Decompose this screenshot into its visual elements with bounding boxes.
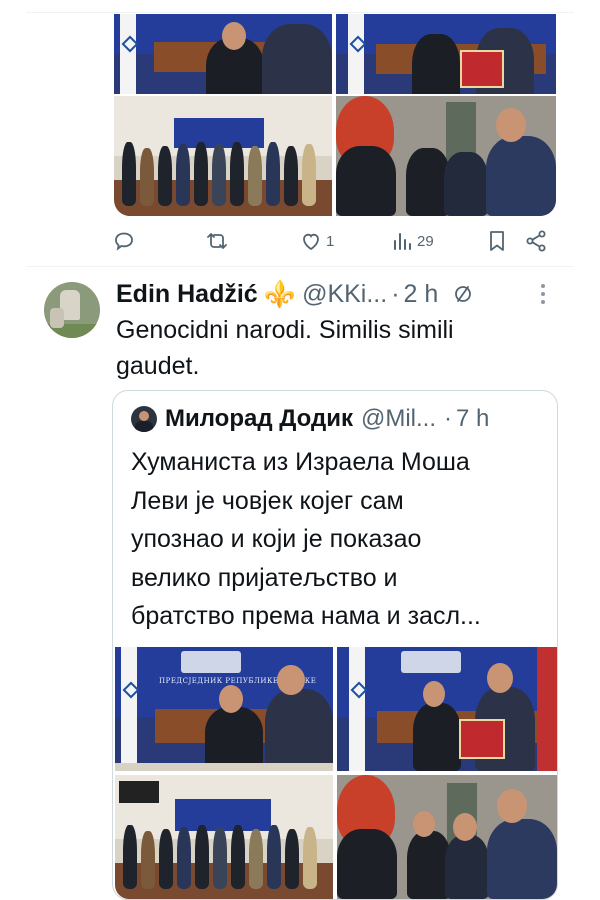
fleur-de-lis-emoji: ⚜️ — [263, 278, 297, 309]
views-count: 29 — [417, 232, 434, 250]
like-count: 1 — [326, 232, 335, 250]
quoted-text-line: упознао и који је показао — [131, 525, 422, 553]
author-name[interactable]: Edin Hadžić — [116, 280, 258, 309]
quoted-text-line: Хуманиста из Израела Моша — [131, 448, 470, 476]
tweet2-header: Edin Hadžić ⚜️ @KKi... · 2 h — [116, 278, 474, 310]
quoted-text-line: братство према нама и засл... — [131, 602, 481, 630]
tweet1-image-4[interactable] — [336, 96, 556, 216]
like-button[interactable]: 1 — [299, 229, 334, 253]
quoted-image-4[interactable] — [337, 775, 557, 899]
tweet1-image-2[interactable] — [336, 14, 556, 94]
bookmark-icon — [490, 231, 504, 251]
bookmark-button[interactable] — [486, 229, 508, 253]
avatar[interactable] — [44, 282, 100, 338]
more-options-icon[interactable] — [538, 284, 548, 308]
top-divider — [26, 12, 574, 13]
retweet-icon — [207, 233, 227, 249]
quoted-tweet-time[interactable]: 7 h — [456, 405, 489, 433]
separator-dot: · — [444, 405, 453, 432]
retweet-button[interactable] — [205, 229, 229, 253]
quoted-author-handle[interactable]: @Mil... — [361, 405, 436, 433]
tweet-text-line: Genocidni narodi. Similis simili — [116, 316, 454, 344]
quoted-image-1[interactable]: ПРЕДСЈЕДНИК РЕПУБЛИКЕ СРПСКЕ — [115, 647, 333, 771]
author-handle[interactable]: @KKi... — [302, 280, 387, 309]
quoted-tweet-text: Хуманиста из Израела Моша Леви је човјек… — [131, 443, 551, 636]
tweet-text-line: gaudet. — [116, 352, 200, 380]
like-icon — [303, 233, 319, 251]
share-icon — [526, 230, 546, 252]
views-icon — [394, 233, 411, 250]
quoted-author-name[interactable]: Милорад Додик — [165, 405, 353, 433]
quoted-text-line: Леви је човјек којег сам — [131, 486, 404, 515]
tweet1-image-3[interactable] — [114, 96, 332, 216]
reply-icon — [115, 232, 133, 251]
separator-dot: · — [391, 279, 400, 308]
quoted-image-2[interactable] — [337, 647, 557, 771]
tweet1-image-1[interactable] — [114, 14, 332, 94]
share-button[interactable] — [524, 229, 548, 253]
tweet-text: Genocidni narodi. Similis simili gaudet. — [116, 312, 536, 384]
quoted-image-3[interactable] — [115, 775, 333, 899]
grok-icon[interactable] — [452, 283, 474, 305]
tweet-divider — [26, 266, 574, 267]
views-button[interactable]: 29 — [392, 229, 434, 253]
quoted-avatar[interactable] — [131, 406, 157, 432]
reply-button[interactable] — [112, 229, 136, 253]
quoted-text-line: велико пријатељство и — [131, 563, 398, 592]
quoted-tweet[interactable]: Милорад Додик @Mil... · 7 h Хуманиста из… — [112, 390, 558, 900]
quoted-tweet-header: Милорад Додик @Mil... · 7 h — [131, 403, 489, 435]
tweet-time[interactable]: 2 h — [404, 280, 439, 309]
